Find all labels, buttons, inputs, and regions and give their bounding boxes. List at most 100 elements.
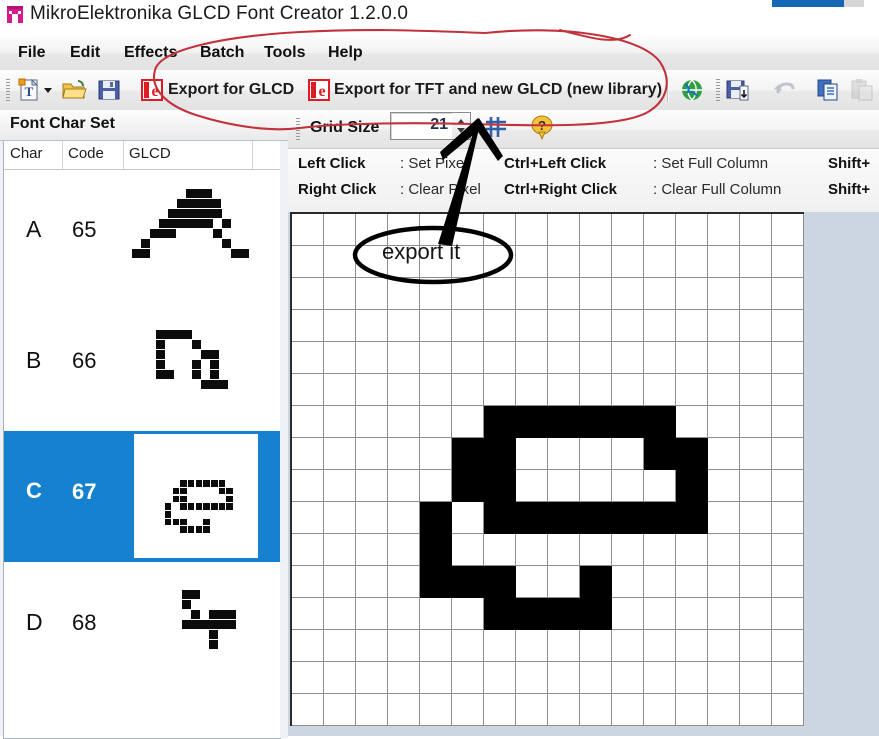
pixel-cell[interactable] — [516, 470, 548, 502]
pixel-cell[interactable] — [388, 566, 420, 598]
pixel-cell[interactable] — [324, 630, 356, 662]
pixel-cell[interactable] — [548, 502, 580, 534]
pixel-cell[interactable] — [292, 374, 324, 406]
pixel-cell[interactable] — [644, 502, 676, 534]
pixel-cell[interactable] — [420, 662, 452, 694]
pixel-cell[interactable] — [580, 502, 612, 534]
pixel-cell[interactable] — [740, 534, 772, 566]
column-divider-1[interactable] — [62, 141, 63, 169]
pixel-cell[interactable] — [324, 566, 356, 598]
pixel-cell[interactable] — [644, 630, 676, 662]
pixel-cell[interactable] — [420, 630, 452, 662]
pixel-cell[interactable] — [548, 598, 580, 630]
pixel-cell[interactable] — [772, 310, 804, 342]
pixel-cell[interactable] — [644, 662, 676, 694]
pixel-cell[interactable] — [740, 214, 772, 246]
pixel-cell[interactable] — [356, 630, 388, 662]
pixel-cell[interactable] — [548, 342, 580, 374]
pixel-cell[interactable] — [516, 630, 548, 662]
stepper-down-icon[interactable] — [457, 128, 465, 133]
pixel-cell[interactable] — [548, 566, 580, 598]
pixel-cell[interactable] — [484, 278, 516, 310]
pixel-cell[interactable] — [772, 278, 804, 310]
pixel-cell[interactable] — [612, 598, 644, 630]
pixel-cell[interactable] — [516, 438, 548, 470]
pixel-cell[interactable] — [516, 566, 548, 598]
pixel-cell[interactable] — [516, 598, 548, 630]
pixel-cell[interactable] — [484, 246, 516, 278]
pixel-cell[interactable] — [484, 694, 516, 726]
pixel-cell[interactable] — [548, 630, 580, 662]
pixel-cell[interactable] — [644, 374, 676, 406]
pixel-cell[interactable] — [356, 374, 388, 406]
export-tft-icon[interactable]: e — [307, 78, 331, 102]
pixel-cell[interactable] — [324, 278, 356, 310]
pixel-cell[interactable] — [516, 246, 548, 278]
pixel-cell[interactable] — [292, 566, 324, 598]
pixel-cell[interactable] — [740, 342, 772, 374]
pixel-cell[interactable] — [708, 534, 740, 566]
pixel-cell[interactable] — [420, 406, 452, 438]
pixel-cell[interactable] — [644, 278, 676, 310]
pixel-cell[interactable] — [420, 694, 452, 726]
toolbar-grip[interactable] — [6, 79, 10, 101]
pixel-cell[interactable] — [580, 246, 612, 278]
pixel-cell[interactable] — [516, 534, 548, 566]
pixel-cell[interactable] — [676, 470, 708, 502]
pixel-cell[interactable] — [420, 470, 452, 502]
save-icon[interactable] — [97, 78, 121, 102]
pixel-cell[interactable] — [772, 438, 804, 470]
pixel-cell[interactable] — [676, 246, 708, 278]
pixel-cell[interactable] — [676, 566, 708, 598]
pixel-cell[interactable] — [324, 214, 356, 246]
pixel-cell[interactable] — [676, 534, 708, 566]
pixel-cell[interactable] — [548, 246, 580, 278]
pixel-cell[interactable] — [388, 534, 420, 566]
column-divider-2[interactable] — [123, 141, 124, 169]
pixel-cell[interactable] — [452, 406, 484, 438]
pixel-cell[interactable] — [580, 662, 612, 694]
pixel-cell[interactable] — [644, 214, 676, 246]
pixel-cell[interactable] — [452, 438, 484, 470]
pixel-cell[interactable] — [356, 598, 388, 630]
pixel-cell[interactable] — [292, 630, 324, 662]
pixel-cell[interactable] — [772, 662, 804, 694]
pixel-cell[interactable] — [580, 310, 612, 342]
pixel-cell[interactable] — [644, 534, 676, 566]
pixel-cell[interactable] — [772, 374, 804, 406]
pixel-cell[interactable] — [708, 694, 740, 726]
pixel-cell[interactable] — [772, 694, 804, 726]
pixel-cell[interactable] — [420, 534, 452, 566]
pixel-cell[interactable] — [740, 278, 772, 310]
pixel-cell[interactable] — [740, 470, 772, 502]
pixel-cell[interactable] — [740, 502, 772, 534]
pixel-cell[interactable] — [452, 502, 484, 534]
pixel-cell[interactable] — [516, 694, 548, 726]
pixel-cell[interactable] — [516, 310, 548, 342]
pixel-cell[interactable] — [740, 438, 772, 470]
pixel-cell[interactable] — [292, 342, 324, 374]
pixel-cell[interactable] — [484, 598, 516, 630]
pixel-cell[interactable] — [516, 662, 548, 694]
pixel-cell[interactable] — [388, 662, 420, 694]
pixel-cell[interactable] — [612, 630, 644, 662]
pixel-cell[interactable] — [452, 662, 484, 694]
pixel-cell[interactable] — [612, 406, 644, 438]
pixel-cell[interactable] — [324, 406, 356, 438]
pixel-cell[interactable] — [516, 406, 548, 438]
pixel-cell[interactable] — [324, 598, 356, 630]
new-font-dropdown-icon[interactable] — [43, 86, 53, 94]
pixel-cell[interactable] — [324, 470, 356, 502]
copy-icon[interactable] — [816, 78, 840, 102]
pixel-cell[interactable] — [484, 470, 516, 502]
pixel-cell[interactable] — [612, 342, 644, 374]
pixel-cell[interactable] — [420, 502, 452, 534]
pixel-cell[interactable] — [388, 310, 420, 342]
pixel-cell[interactable] — [484, 534, 516, 566]
pixel-cell[interactable] — [356, 694, 388, 726]
pixel-cell[interactable] — [484, 438, 516, 470]
pixel-cell[interactable] — [548, 662, 580, 694]
pixel-cell[interactable] — [740, 246, 772, 278]
pixel-cell[interactable] — [676, 406, 708, 438]
menu-item-help[interactable]: Help — [320, 42, 371, 64]
